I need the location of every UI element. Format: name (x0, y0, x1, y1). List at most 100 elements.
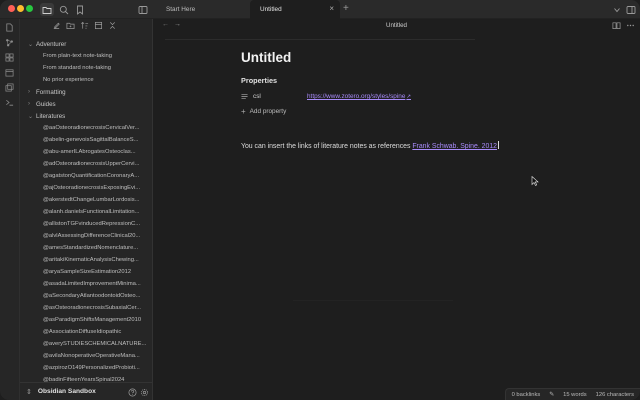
list-item[interactable]: @alvlAssessingDifferenceClinical20... (20, 230, 153, 242)
list-item[interactable]: @aaOsteoradionecrosisCervicalVer... (20, 122, 153, 134)
list-item[interactable]: @asParadigmShiftsManagement2010 (20, 314, 153, 326)
view-header: ← → Untitled (153, 19, 640, 33)
literatures-list: @aaOsteoradionecrosisCervicalVer... @abel… (20, 122, 153, 386)
new-folder-icon[interactable] (66, 21, 75, 30)
chevron-right-icon: › (28, 89, 30, 95)
canvas-icon[interactable] (5, 53, 15, 63)
list-item[interactable]: @aryaSampleSizeEstimation2012 (20, 266, 153, 278)
mouse-cursor-icon (531, 175, 539, 186)
list-item[interactable]: @AssociationDiffuseIdiopathic (20, 326, 153, 338)
property-key[interactable]: csl (253, 93, 261, 100)
add-property-button[interactable]: + Add property (241, 107, 286, 116)
list-item[interactable]: @amesStandardizedNomenclature... (20, 242, 153, 254)
chevron-down-icon: ⌄ (28, 113, 34, 120)
list-item[interactable]: @alanh.danielsFunctionalLimitation... (20, 206, 153, 218)
help-icon[interactable] (128, 388, 137, 397)
list-item[interactable]: @asOsteoradionecrosisSubaxialCer... (20, 302, 153, 314)
folder-label: Guides (36, 100, 56, 108)
minimize-window-button[interactable] (17, 5, 24, 12)
properties-heading: Properties (241, 76, 278, 85)
folder-adventurer[interactable]: ⌄ Adventurer (20, 38, 153, 50)
bookmark-icon[interactable] (74, 4, 85, 15)
folder-guides[interactable]: › Guides (20, 98, 153, 110)
sort-icon[interactable] (80, 21, 89, 30)
vault-name: Obsidian Sandbox (37, 388, 96, 395)
list-item[interactable]: @asadaLimitedImprovementMinima... (20, 278, 153, 290)
folder-label: Formatting (36, 88, 66, 96)
property-value-link[interactable]: https://www.zotero.org/styles/spine↗ (307, 93, 411, 100)
list-item[interactable]: @abu-amerILAbrogatesOsteoclas... (20, 146, 153, 158)
list-item[interactable]: From plain-text note-taking (20, 50, 153, 62)
body-text: You can insert the links of literature n… (241, 143, 413, 150)
backlinks-count[interactable]: 0 backlinks (512, 392, 541, 398)
folder-formatting[interactable]: › Formatting (20, 86, 153, 98)
folder-label: Literatures (36, 112, 66, 120)
text-lines-icon (241, 93, 249, 101)
tab-untitled[interactable]: Untitled × (250, 0, 340, 19)
list-item[interactable]: @averySTUDIESCHEMICALNATURE... (20, 338, 153, 350)
list-item[interactable]: @avilaNonoperativeOperativeMana... (20, 350, 153, 362)
graph-icon[interactable] (5, 38, 15, 48)
file-explorer: ⌄ Adventurer From plain-text note-taking… (20, 19, 153, 400)
maximize-window-button[interactable] (26, 5, 33, 12)
property-value-text: https://www.zotero.org/styles/spine (307, 93, 406, 100)
chevron-down-icon: ⌄ (28, 41, 34, 48)
editor-pane: ← → Untitled Untitled Properties csl htt… (153, 19, 640, 400)
terminal-icon[interactable] (5, 98, 15, 108)
list-item[interactable]: @ajOsteoradionecrosisExposingEvi... (20, 182, 153, 194)
list-item[interactable]: No prior experience (20, 74, 153, 86)
folder-icon[interactable] (40, 3, 54, 16)
list-item[interactable]: @abelin-genevoisSagittalBalanceS... (20, 134, 153, 146)
list-item[interactable]: @allistonTGFvinducedRepressionC... (20, 218, 153, 230)
folder-literatures[interactable]: ⌄ Literatures (20, 110, 153, 122)
auto-reveal-icon[interactable] (94, 21, 103, 30)
list-item[interactable]: @adOsteoradionecrosisUpperCervi... (20, 158, 153, 170)
page-title[interactable]: Untitled (241, 50, 291, 65)
external-link-icon: ↗ (406, 94, 411, 100)
property-row: csl https://www.zotero.org/styles/spine↗ (241, 92, 451, 102)
vault-switcher[interactable]: ⇕ Obsidian Sandbox (20, 382, 153, 400)
new-note-icon[interactable] (52, 21, 61, 30)
ribbon (0, 19, 20, 400)
reference-link[interactable]: Frank Schwab. Spine. 2012 (412, 143, 497, 150)
character-count: 126 characters (595, 391, 634, 398)
title-bar: Start Here Untitled × + (0, 0, 640, 19)
sidebar-toggle-icon[interactable] (137, 4, 148, 15)
folder-label: Adventurer (36, 40, 67, 48)
chevron-updown-icon: ⇕ (26, 388, 32, 396)
view-header-title[interactable]: Untitled (153, 22, 640, 29)
search-icon[interactable] (58, 4, 69, 15)
new-tab-icon[interactable]: + (343, 3, 349, 14)
add-property-label: Add property (249, 108, 287, 115)
pencil-icon[interactable]: ✎ (549, 392, 554, 398)
status-bar: 0 backlinks ✎ 15 words 126 characters (504, 388, 640, 400)
text-caret (498, 141, 499, 149)
close-tab-icon[interactable]: × (329, 5, 334, 13)
gear-icon[interactable] (140, 388, 149, 397)
list-item[interactable]: @akerstedtChangeLumbarLordosis... (20, 194, 153, 206)
right-sidebar-toggle-icon[interactable] (625, 4, 636, 15)
calendar-icon[interactable] (5, 68, 15, 78)
file-tree: ⌄ Adventurer From plain-text note-taking… (20, 38, 153, 386)
reading-view-icon[interactable] (612, 21, 622, 31)
list-item[interactable]: @aritakiKinematicAnalysisChewing... (20, 254, 153, 266)
close-window-button[interactable] (8, 5, 15, 12)
list-item[interactable]: @agatstonQuantificationCoronaryA... (20, 170, 153, 182)
divider (293, 300, 453, 301)
header-divider (165, 39, 475, 40)
list-item[interactable]: @azpirozO149PersonalizedProbioti... (20, 362, 153, 374)
list-item[interactable]: From standard note-taking (20, 62, 153, 74)
tab-start-here[interactable]: Start Here (156, 0, 250, 19)
app-window: Start Here Untitled × + ⌄ Adventurer Fro… (0, 0, 640, 400)
word-count: 15 words (563, 391, 587, 398)
copy-icon[interactable] (5, 83, 15, 93)
list-item[interactable]: @aSecondaryAtlantoodontoidOsteo... (20, 290, 153, 302)
plus-icon: + (241, 107, 246, 116)
file-icon[interactable] (5, 23, 15, 33)
collapse-all-icon[interactable] (108, 21, 117, 30)
more-options-icon[interactable] (626, 21, 636, 31)
tab-label: Start Here (166, 6, 196, 13)
chevron-down-icon[interactable] (611, 4, 622, 15)
note-body[interactable]: You can insert the links of literature n… (241, 141, 499, 150)
file-explorer-toolbar (52, 21, 117, 33)
